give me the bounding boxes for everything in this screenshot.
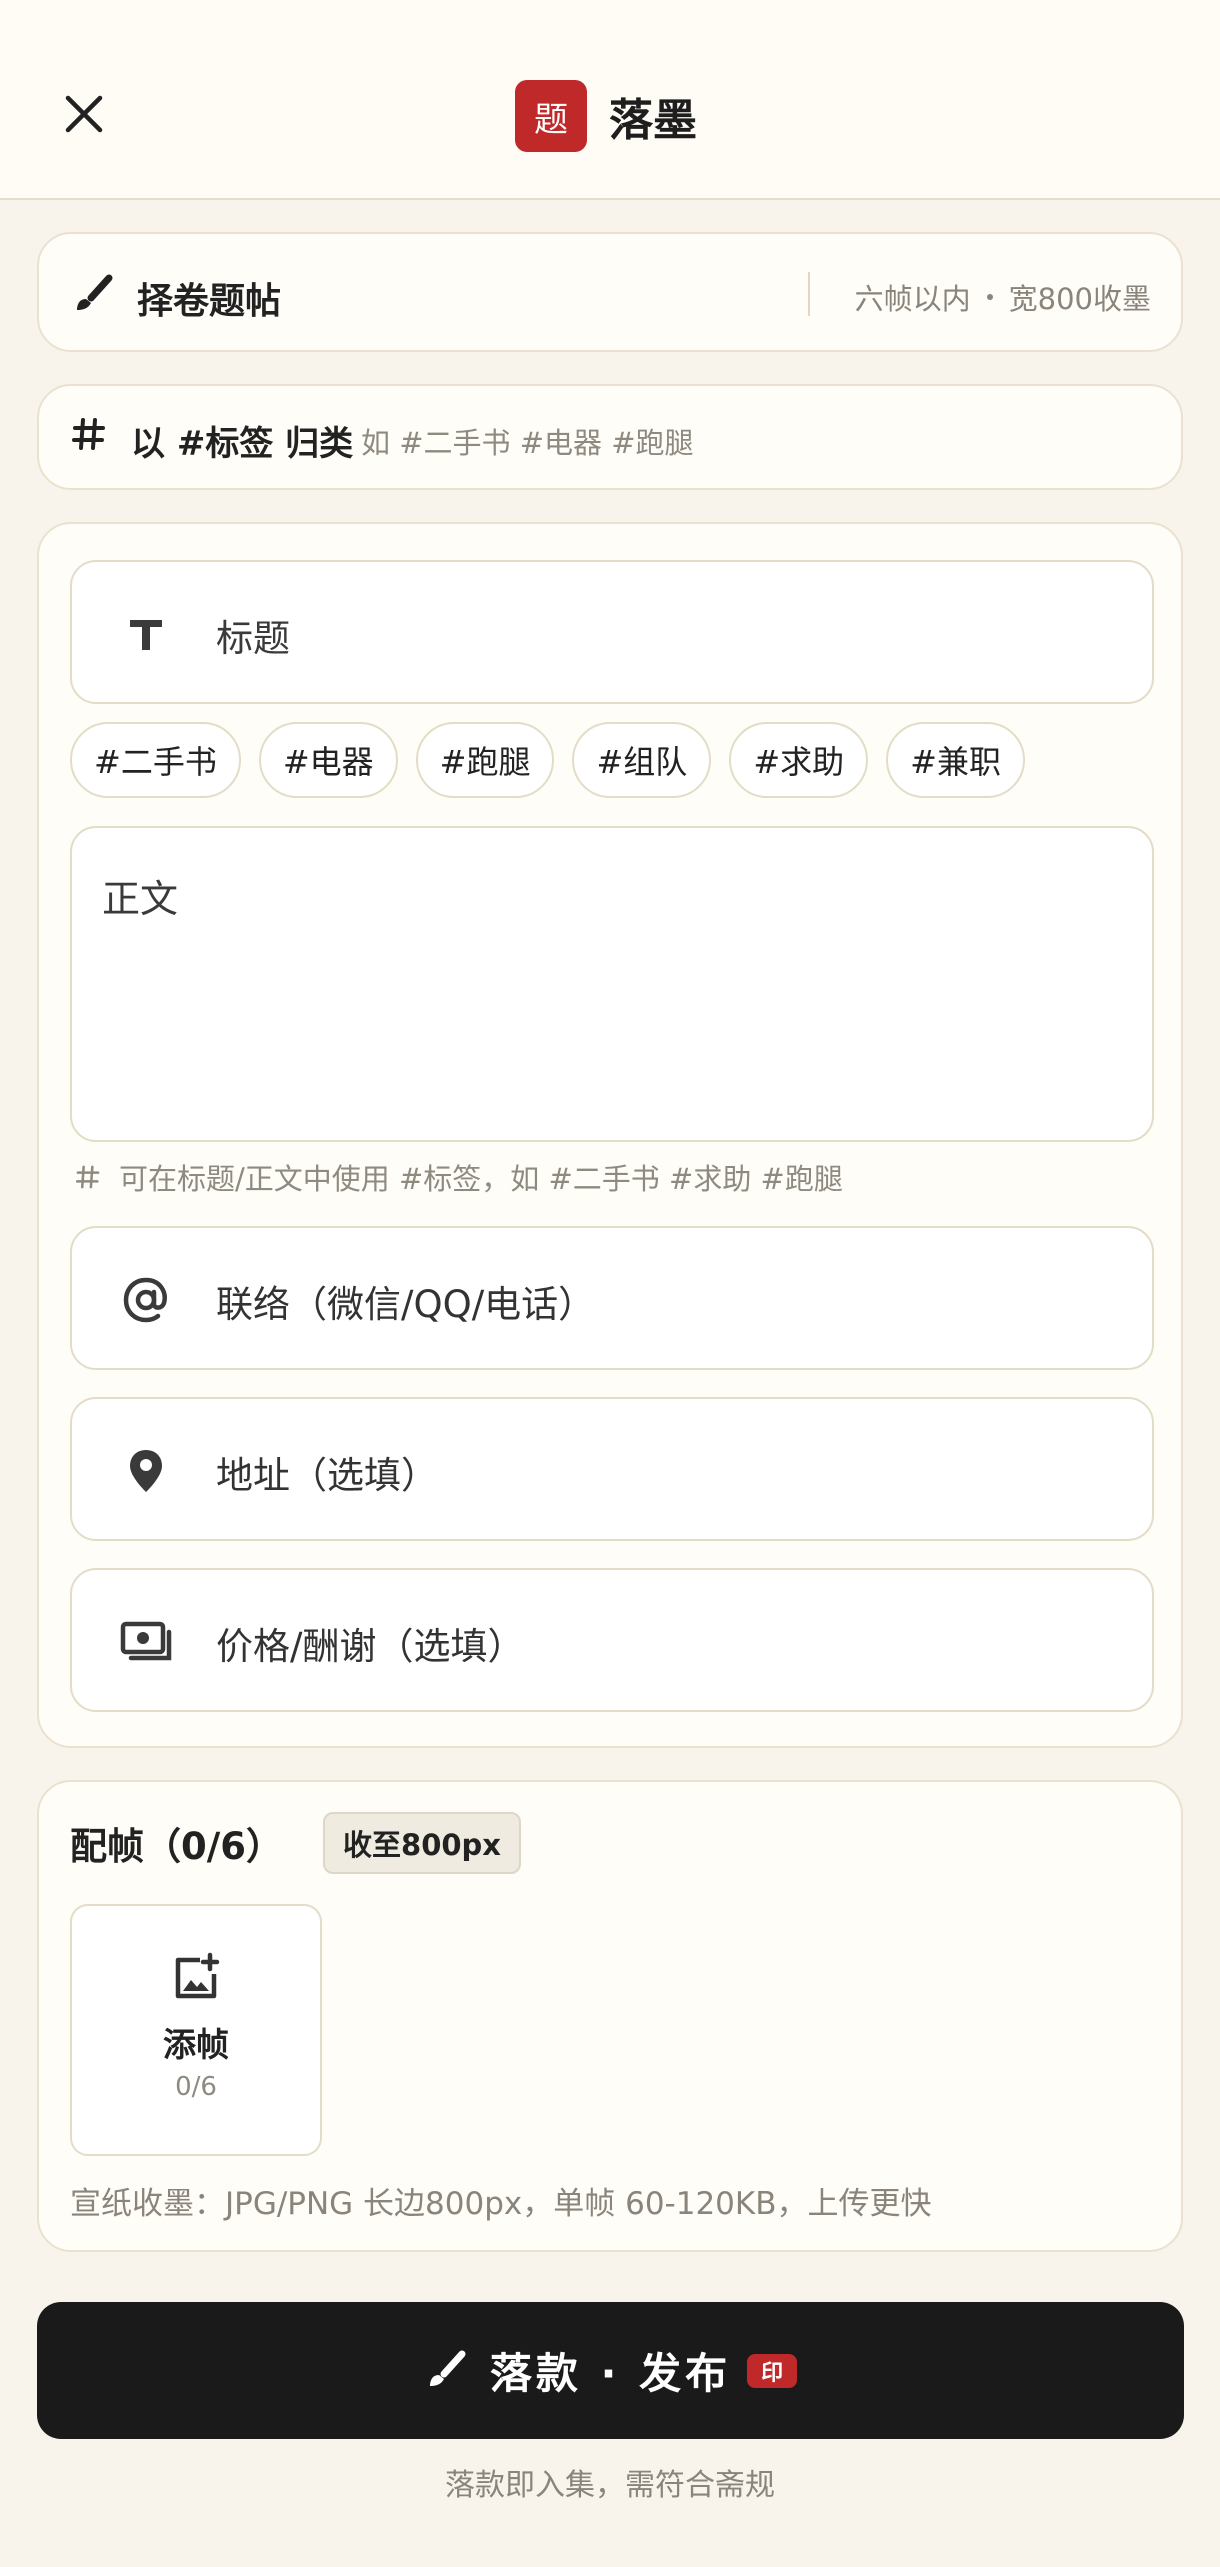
hash-icon [75, 1164, 101, 1190]
publish-button[interactable]: 落款 · 发布 印 [37, 2302, 1184, 2439]
scroll-picker-card[interactable]: 择卷题帖 六帧以内 宽800收墨 [37, 232, 1183, 352]
brush-icon [424, 2350, 466, 2392]
frame-count: 0/6 [175, 2072, 217, 2102]
scroll-picker-title: 择卷题帖 [137, 281, 282, 322]
add-photo-icon [170, 1952, 222, 2004]
tag-guide-title: 以 #标签 归类 [131, 424, 354, 464]
address-field[interactable]: 地址（选填） [70, 1397, 1154, 1541]
tag-chip[interactable]: #求助 [729, 722, 869, 798]
close-button[interactable] [52, 82, 116, 146]
price-field[interactable]: 价格/酬谢（选填） [70, 1568, 1154, 1712]
tag-guide-card: 以 #标签 归类 如 #二手书 #电器 #跑腿 [37, 384, 1183, 490]
tag-guide-hint: 如 #二手书 #电器 #跑腿 [361, 426, 694, 460]
address-placeholder: 地址（选填） [216, 1454, 438, 1497]
tag-chip[interactable]: #电器 [258, 722, 398, 798]
scroll-picker-meta: 六帧以内 宽800收墨 [855, 276, 1151, 318]
frames-header: 配帧（0/6） 收至800px [70, 1812, 522, 1874]
separator-dot [986, 294, 993, 300]
close-icon [64, 94, 104, 134]
frames-card: 配帧（0/6） 收至800px 添帧 0/6 宣纸收墨：JPG/PNG 长边80… [37, 1780, 1183, 2252]
post-form-card: 标题 #二手书 #电器 #跑腿 #组队 #求助 #兼职 正文 可在标题/正文中使… [37, 522, 1183, 1748]
contact-field[interactable]: 联络（微信/QQ/电话） [70, 1226, 1154, 1370]
brand-seal-logo: 题 [515, 80, 587, 152]
tag-usage-hint: 可在标题/正文中使用 #标签，如 #二手书 #求助 #跑腿 [75, 1156, 843, 1198]
upload-note: 宣纸收墨：JPG/PNG 长边800px，单帧 60-120KB，上传更快 [70, 2186, 932, 2222]
divider [808, 272, 810, 316]
tag-chip[interactable]: #二手书 [70, 722, 241, 798]
top-bar: 题 落墨 [0, 0, 1220, 200]
seal-badge: 印 [747, 2353, 798, 2388]
add-frame-button[interactable]: 添帧 0/6 [70, 1904, 322, 2156]
tag-chip[interactable]: #跑腿 [415, 722, 555, 798]
app-title: 落墨 [609, 95, 697, 146]
brush-icon [71, 274, 113, 316]
tag-chip[interactable]: #兼职 [886, 722, 1025, 798]
contact-placeholder: 联络（微信/QQ/电话） [216, 1283, 596, 1326]
text-format-icon [114, 602, 178, 666]
tag-chip[interactable]: #组队 [572, 722, 712, 798]
title-field[interactable]: 标题 [70, 560, 1154, 704]
frame-limit-text: 六帧以内 [854, 282, 971, 316]
add-frame-label: 添帧 [163, 2025, 229, 2064]
tag-usage-text: 可在标题/正文中使用 #标签，如 #二手书 #求助 #跑腿 [119, 1162, 843, 1196]
at-sign-icon [114, 1268, 178, 1332]
hash-icon [71, 416, 107, 452]
resize-badge: 收至800px [323, 1812, 522, 1874]
location-pin-icon [114, 1439, 178, 1503]
tag-chips: #二手书 #电器 #跑腿 #组队 #求助 #兼职 [70, 722, 1043, 798]
title-placeholder: 标题 [216, 617, 290, 660]
money-icon [114, 1610, 178, 1674]
body-placeholder: 正文 [102, 877, 179, 921]
width-limit-text: 宽800收墨 [1008, 282, 1151, 316]
body-textarea[interactable]: 正文 [70, 826, 1154, 1142]
publish-label: 落款 · 发布 [489, 2349, 732, 2398]
frames-title: 配帧（0/6） [70, 1825, 284, 1868]
brand: 题 落墨 [515, 80, 697, 152]
publish-footnote: 落款即入集，需符合斋规 [445, 2468, 775, 2503]
price-placeholder: 价格/酬谢（选填） [216, 1625, 525, 1668]
